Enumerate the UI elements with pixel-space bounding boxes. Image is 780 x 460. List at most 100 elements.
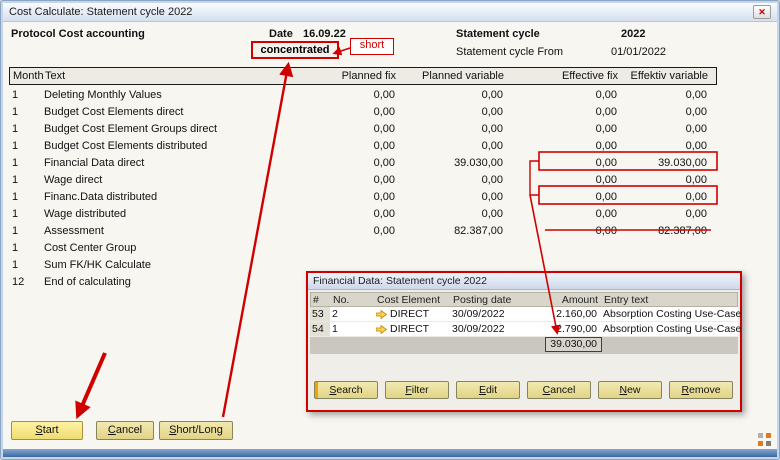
window-titlebar[interactable]: Cost Calculate: Statement cycle 2022 ✕ [3,3,777,22]
cell-row-number: 54 [310,322,330,336]
cell-posting-date: 30/09/2022 [450,308,528,320]
window-bottom-frame [3,449,777,457]
table-row[interactable]: 1 Wage direct 0,00 0,00 0,00 0,00 [9,171,717,188]
protocol-table-header: Month Text Planned fix Planned variable … [9,67,717,85]
cell-planned-fix: 0,00 [299,208,399,220]
cell-effektiv-variable: 82.387,00 [621,225,711,237]
cell-amount: 2.790,00 [528,323,601,335]
cell-planned-variable: 0,00 [399,89,507,101]
cell-effective-fix: 0,00 [507,174,621,186]
table-row[interactable]: 1 Financial Data direct 0,00 39.030,00 0… [9,154,717,171]
column-header-month: Month [10,70,42,82]
table-row[interactable]: 1 Assessment 0,00 82.387,00 0,00 82.387,… [9,222,717,239]
cell-effektiv-variable: 0,00 [621,140,711,152]
cell-planned-fix: 0,00 [299,157,399,169]
filter-button[interactable]: Filter [385,381,449,399]
mode-field: concentrated [251,41,339,59]
cell-effective-fix: 0,00 [507,106,621,118]
statement-cycle-from-value: 01/01/2022 [611,46,666,58]
cell-month: 1 [9,242,41,254]
financial-row[interactable]: 54 1 DIRECT 30/09/2022 2.790,00 Absorpti… [310,322,738,337]
cell-planned-fix: 0,00 [299,140,399,152]
fin-column-entry-text: Entry text [602,294,737,306]
statement-cycle-from-label: Statement cycle From [456,46,563,58]
cell-text: End of calculating [41,276,299,288]
cell-planned-variable: 0,00 [399,140,507,152]
statement-cycle-value: 2022 [621,28,645,40]
cell-month: 1 [9,174,41,186]
cell-effektiv-variable: 39.030,00 [621,157,711,169]
cell-text: Financ.Data distributed [41,191,299,203]
table-row[interactable]: 1 Cost Center Group [9,239,717,256]
search-button[interactable]: Search [314,381,378,399]
cell-cost-element-text: DIRECT [390,323,429,335]
cell-effective-fix: 0,00 [507,89,621,101]
cell-effective-fix: 0,00 [507,157,621,169]
protocol-title: Protocol Cost accounting [11,28,145,40]
column-header-effektiv-variable: Effektiv variable [622,70,712,82]
cell-entry-text: Absorption Costing Use-Case [601,323,741,335]
cell-text: Wage distributed [41,208,299,220]
cell-month: 1 [9,89,41,101]
cell-posting-date: 30/09/2022 [450,323,528,335]
cell-month: 1 [9,259,41,271]
fin-column-cost-element: Cost Element [375,294,451,306]
cell-amount: 2.160,00 [528,308,601,320]
cell-effective-fix: 0,00 [507,140,621,152]
table-row[interactable]: 1 Financ.Data distributed 0,00 0,00 0,00… [9,188,717,205]
cell-month: 1 [9,157,41,169]
cell-text: Financial Data direct [41,157,299,169]
financial-data-window: Financial Data: Statement cycle 2022 # N… [306,271,742,412]
resize-grip[interactable] [758,433,771,446]
cell-month: 1 [9,208,41,220]
date-value: 16.09.22 [303,28,346,40]
cell-effective-fix: 0,00 [507,191,621,203]
cell-effektiv-variable: 0,00 [621,191,711,203]
statement-cycle-label: Statement cycle [456,28,540,40]
window-title: Cost Calculate: Statement cycle 2022 [9,6,192,18]
remove-button[interactable]: Remove [669,381,733,399]
table-row[interactable]: 1 Budget Cost Elements direct 0,00 0,00 … [9,103,717,120]
direct-arrow-icon [376,325,387,334]
short-long-button[interactable]: Short/Long [159,421,233,440]
financial-data-title: Financial Data: Statement cycle 2022 [313,275,487,287]
table-row[interactable]: 1 Budget Cost Elements distributed 0,00 … [9,137,717,154]
cell-no: 2 [330,308,374,320]
protocol-table-body: 1 Deleting Monthly Values 0,00 0,00 0,00… [9,86,717,290]
cell-month: 1 [9,191,41,203]
direct-arrow-icon [376,310,387,319]
cell-planned-variable: 0,00 [399,191,507,203]
column-header-planned-fix: Planned fix [300,70,400,82]
cell-planned-fix: 0,00 [299,123,399,135]
column-header-effective-fix: Effective fix [508,70,622,82]
financial-data-titlebar[interactable]: Financial Data: Statement cycle 2022 [308,273,740,290]
cell-effektiv-variable: 0,00 [621,123,711,135]
cell-planned-fix: 0,00 [299,191,399,203]
edit-button[interactable]: Edit [456,381,520,399]
cancel-button[interactable]: Cancel [96,421,154,440]
cell-planned-fix: 0,00 [299,225,399,237]
cell-text: Cost Center Group [41,242,299,254]
overlay-cancel-button[interactable]: Cancel [527,381,591,399]
close-icon[interactable]: ✕ [753,5,771,19]
new-button[interactable]: New [598,381,662,399]
table-row[interactable]: 1 Wage distributed 0,00 0,00 0,00 0,00 [9,205,717,222]
cell-month: 1 [9,123,41,135]
cell-effektiv-variable: 0,00 [621,89,711,101]
start-button[interactable]: Start [11,421,83,440]
cell-planned-variable: 0,00 [399,174,507,186]
cell-text: Assessment [41,225,299,237]
cell-cost-element-text: DIRECT [390,308,429,320]
cell-effektiv-variable: 0,00 [621,106,711,118]
table-row[interactable]: 1 Budget Cost Element Groups direct 0,00… [9,120,717,137]
cell-month: 1 [9,106,41,118]
date-label: Date [269,28,293,40]
cell-planned-variable: 82.387,00 [399,225,507,237]
table-row[interactable]: 1 Deleting Monthly Values 0,00 0,00 0,00… [9,86,717,103]
column-header-text: Text [42,70,300,82]
financial-row[interactable]: 53 2 DIRECT 30/09/2022 2.160,00 Absorpti… [310,307,738,322]
arrow-to-start-button [79,353,105,413]
cell-month: 1 [9,225,41,237]
cell-effektiv-variable: 0,00 [621,208,711,220]
cell-cost-element: DIRECT [374,323,450,335]
